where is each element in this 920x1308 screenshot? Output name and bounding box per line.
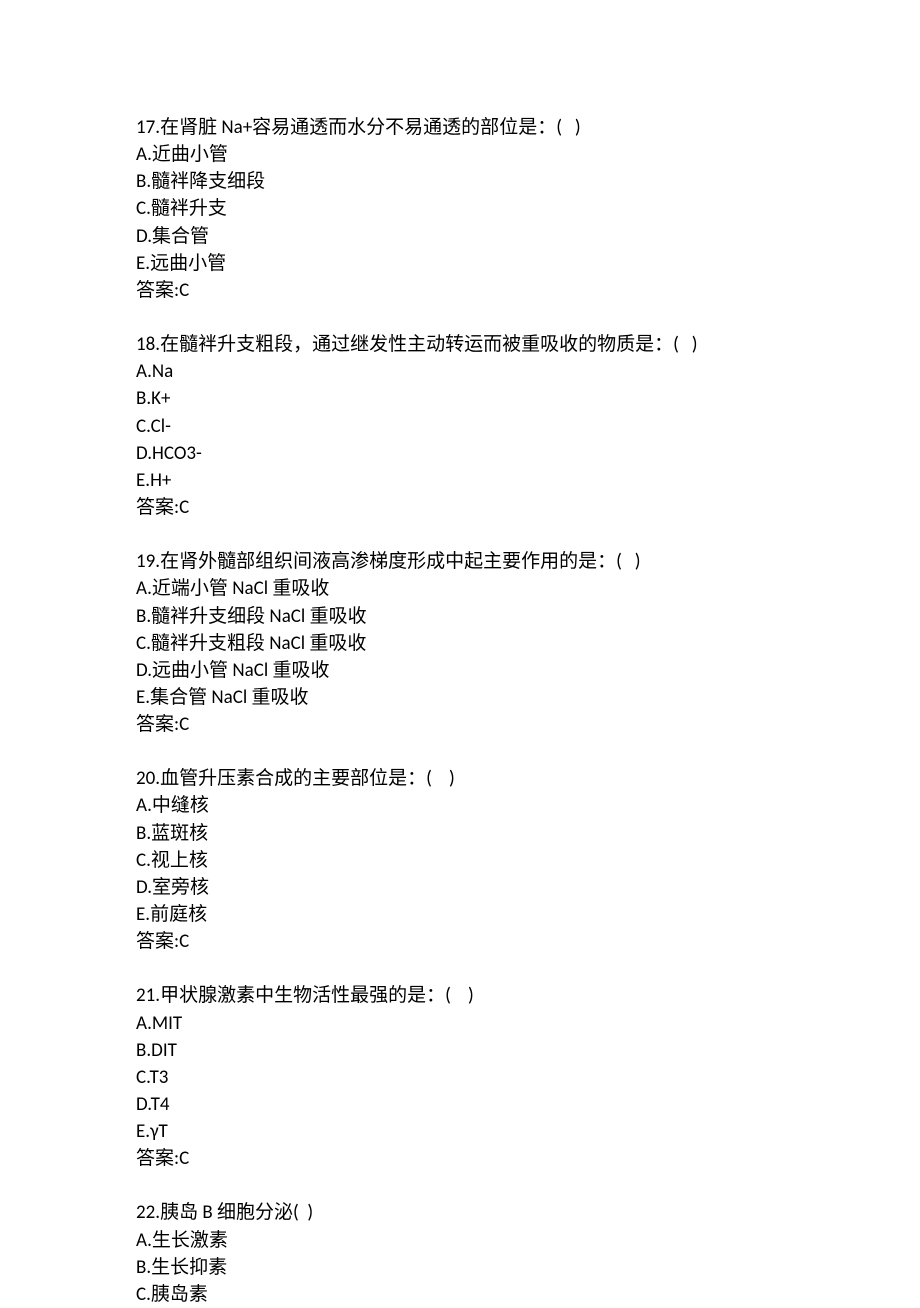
question-answer: 答案:C [136, 928, 920, 955]
block-gap [136, 521, 920, 548]
block-gap [136, 738, 920, 765]
question-option: D.HCO3- [136, 440, 920, 467]
question-option: E.集合管 NaCl 重吸收 [136, 684, 920, 711]
question-stem: 17.在肾脏 Na+容易通透而水分不易通透的部位是：( ) [136, 114, 920, 141]
question-option: A.近端小管 NaCl 重吸收 [136, 575, 920, 602]
question-option: B.蓝斑核 [136, 820, 920, 847]
document-page: 17.在肾脏 Na+容易通透而水分不易通透的部位是：( ) A.近曲小管 B.髓… [0, 0, 920, 1308]
question-option: E.前庭核 [136, 901, 920, 928]
question-option: C.T3 [136, 1064, 920, 1091]
question-number: 20 [136, 767, 155, 790]
question-option: D.T4 [136, 1091, 920, 1118]
question-stem: 22.胰岛 B 细胞分泌( ) [136, 1199, 920, 1226]
question-stem: 19.在肾外髓部组织间液高渗梯度形成中起主要作用的是：( ) [136, 548, 920, 575]
question-answer: 答案:C [136, 1145, 920, 1172]
question-number: 21 [136, 984, 155, 1007]
question-option: C.髓袢升支粗段 NaCl 重吸收 [136, 630, 920, 657]
question-block: 17.在肾脏 Na+容易通透而水分不易通透的部位是：( ) A.近曲小管 B.髓… [136, 114, 920, 304]
question-stem-text: 甲状腺激素中生物活性最强的是：( ) [160, 984, 474, 1007]
question-option: B.DIT [136, 1037, 920, 1064]
question-stem-text: 胰岛 B 细胞分泌( ) [160, 1201, 313, 1224]
question-option: C.髓袢升支 [136, 195, 920, 222]
question-option: B.髓袢升支细段 NaCl 重吸收 [136, 603, 920, 630]
question-stem: 18.在髓袢升支粗段，通过继发性主动转运而被重吸收的物质是：( ) [136, 331, 920, 358]
question-option: C.视上核 [136, 847, 920, 874]
question-option: E.远曲小管 [136, 250, 920, 277]
question-option: C.Cl- [136, 413, 920, 440]
question-option: D.远曲小管 NaCl 重吸收 [136, 657, 920, 684]
question-option: D.集合管 [136, 223, 920, 250]
question-number: 18 [136, 333, 155, 356]
question-option: B.生长抑素 [136, 1254, 920, 1281]
question-option: B.髓袢降支细段 [136, 168, 920, 195]
question-number: 17 [136, 116, 155, 139]
question-option: A.中缝核 [136, 792, 920, 819]
question-block: 20.血管升压素合成的主要部位是：( ) A.中缝核 B.蓝斑核 C.视上核 D… [136, 765, 920, 955]
block-gap [136, 955, 920, 982]
question-option: C.胰岛素 [136, 1281, 920, 1308]
question-option: A.MIT [136, 1010, 920, 1037]
question-number: 22 [136, 1201, 155, 1224]
question-stem-text: 在髓袢升支粗段，通过继发性主动转运而被重吸收的物质是：( ) [160, 333, 697, 356]
question-stem: 20.血管升压素合成的主要部位是：( ) [136, 765, 920, 792]
question-answer: 答案:C [136, 711, 920, 738]
block-gap [136, 1172, 920, 1199]
question-stem-text: 血管升压素合成的主要部位是：( ) [160, 767, 455, 790]
question-number: 19 [136, 550, 155, 573]
question-option: B.K+ [136, 385, 920, 412]
block-gap [136, 304, 920, 331]
question-block: 22.胰岛 B 细胞分泌( ) A.生长激素 B.生长抑素 C.胰岛素 [136, 1199, 920, 1308]
question-block: 19.在肾外髓部组织间液高渗梯度形成中起主要作用的是：( ) A.近端小管 Na… [136, 548, 920, 738]
question-stem-text: 在肾外髓部组织间液高渗梯度形成中起主要作用的是：( ) [160, 550, 640, 573]
question-block: 21.甲状腺激素中生物活性最强的是：( ) A.MIT B.DIT C.T3 D… [136, 982, 920, 1172]
question-option: E.γT [136, 1118, 920, 1145]
question-stem: 21.甲状腺激素中生物活性最强的是：( ) [136, 982, 920, 1009]
question-option: A.生长激素 [136, 1227, 920, 1254]
question-answer: 答案:C [136, 494, 920, 521]
question-block: 18.在髓袢升支粗段，通过继发性主动转运而被重吸收的物质是：( ) A.Na B… [136, 331, 920, 521]
question-option: A.近曲小管 [136, 141, 920, 168]
question-stem-text: 在肾脏 Na+容易通透而水分不易通透的部位是：( ) [160, 116, 581, 139]
question-option: E.H+ [136, 467, 920, 494]
question-option: A.Na [136, 358, 920, 385]
question-option: D.室旁核 [136, 874, 920, 901]
question-answer: 答案:C [136, 277, 920, 304]
